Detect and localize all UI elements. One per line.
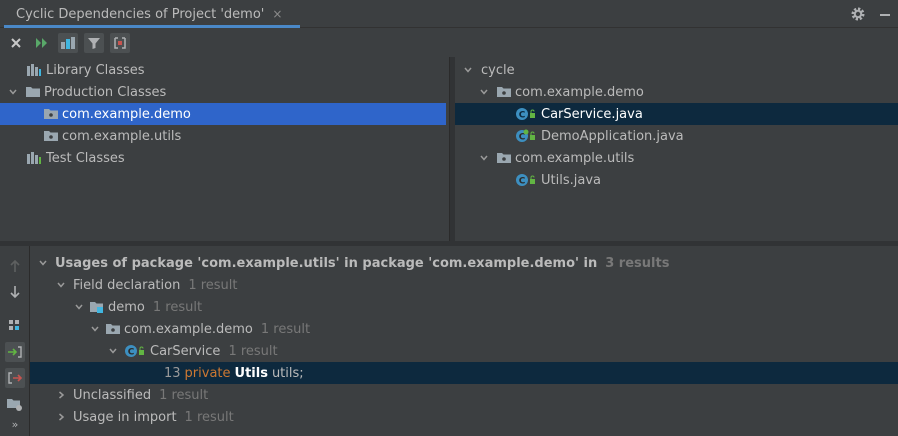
tree-item-carservice-java[interactable]: C CarService.java	[455, 103, 898, 125]
class-icon: C	[124, 344, 146, 358]
module-icon	[90, 300, 104, 314]
chevron-right-icon[interactable]	[54, 390, 68, 400]
usage-node-label: com.example.demo	[124, 321, 253, 337]
tree-item-com-example-demo[interactable]: com.example.demo	[0, 103, 446, 125]
chevron-down-icon[interactable]	[72, 302, 86, 312]
tree-item-test-classes[interactable]: Test Classes	[0, 147, 448, 169]
tree-item-com-example-demo[interactable]: com.example.demo	[455, 81, 898, 103]
filter-icon[interactable]	[84, 33, 104, 53]
package-icon	[44, 108, 58, 120]
package-icon	[44, 130, 58, 142]
tree-item-label: com.example.demo	[515, 84, 644, 100]
usage-group-count: 1 result	[184, 409, 234, 425]
tree-item-label: Library Classes	[46, 62, 145, 78]
usage-group-count: 1 result	[159, 387, 209, 403]
chevron-down-icon[interactable]	[54, 280, 68, 290]
package-icon	[497, 86, 511, 98]
usage-node-label: CarService	[150, 343, 221, 359]
usages-header-count: 3 results	[605, 255, 670, 271]
export-icon[interactable]	[5, 368, 25, 388]
folder-icon	[26, 86, 40, 98]
code-keyword: private	[184, 365, 231, 381]
usage-group-label: Usage in import	[73, 409, 177, 425]
tree-item-production-classes[interactable]: Production Classes	[0, 81, 448, 103]
usage-group-usage-in-import[interactable]: Usage in import 1 result	[30, 406, 898, 428]
code-type: Utils	[234, 365, 268, 381]
tree-item-label: Test Classes	[46, 150, 125, 166]
usage-node-demo[interactable]: demo 1 result	[30, 296, 898, 318]
tree-item-com-example-utils[interactable]: com.example.utils	[455, 147, 898, 169]
svg-text:C: C	[519, 177, 526, 187]
usage-code-line[interactable]: 13 private Utils utils;	[30, 362, 898, 384]
import-icon[interactable]	[5, 342, 25, 362]
tree-item-utils-java[interactable]: C Utils.java	[455, 169, 898, 191]
tree-item-label: com.example.utils	[62, 128, 182, 144]
usage-node-label: demo	[108, 299, 145, 315]
spring-class-icon: C	[515, 129, 537, 143]
package-icon	[497, 152, 511, 164]
usage-group-unclassified[interactable]: Unclassified 1 result	[30, 384, 898, 406]
svg-text:C: C	[519, 111, 526, 121]
usage-group-label: Unclassified	[73, 387, 152, 403]
tree-item-demoapplication-java[interactable]: C DemoApplication.java	[455, 125, 898, 147]
minimize-icon[interactable]	[878, 6, 892, 22]
package-icon	[106, 323, 120, 335]
usages-header-row[interactable]: Usages of package 'com.example.utils' in…	[30, 252, 898, 274]
usage-node-count: 1 result	[260, 321, 311, 337]
chevron-down-icon[interactable]	[477, 153, 491, 163]
close-icon[interactable]	[6, 33, 26, 53]
tree-item-label: cycle	[481, 62, 515, 78]
code-rest: utils;	[271, 365, 304, 381]
usage-node-package[interactable]: com.example.demo 1 result	[30, 318, 898, 340]
class-icon: C	[515, 107, 537, 121]
usage-group-count: 1 result	[188, 277, 238, 293]
gear-icon[interactable]	[850, 6, 866, 22]
tree-item-cycle[interactable]: cycle	[455, 59, 898, 81]
chevron-down-icon[interactable]	[36, 258, 50, 268]
chevron-down-icon[interactable]	[461, 65, 475, 75]
arrow-down-icon[interactable]	[5, 282, 25, 302]
tree-item-label: Production Classes	[44, 84, 167, 100]
usages-side-toolbar: »	[0, 246, 30, 436]
arrow-up-icon[interactable]	[5, 256, 25, 276]
usage-node-count: 1 result	[228, 343, 278, 359]
active-tab-indicator	[4, 25, 300, 28]
tab-title: Cyclic Dependencies of Project 'demo'	[16, 6, 265, 22]
group-by-module-icon[interactable]	[58, 33, 78, 53]
dependencies-tree-panel: Library Classes Production Classes com.e…	[0, 57, 450, 241]
close-tab-icon[interactable]: ×	[272, 7, 282, 21]
scope-icon[interactable]	[110, 33, 130, 53]
group-icon[interactable]	[5, 316, 25, 336]
usage-group-label: Field declaration	[73, 277, 181, 293]
tree-item-label: Utils.java	[541, 172, 601, 188]
usage-group-field-declaration[interactable]: Field declaration 1 result	[30, 274, 898, 296]
tree-item-label: DemoApplication.java	[541, 128, 684, 144]
svg-text:C: C	[128, 348, 135, 358]
tool-window-header: Cyclic Dependencies of Project 'demo' ×	[0, 0, 898, 28]
tree-item-com-example-utils[interactable]: com.example.utils	[0, 125, 448, 147]
chevron-down-icon[interactable]	[88, 324, 102, 334]
test-folder-icon	[26, 151, 42, 165]
usage-node-carservice[interactable]: C CarService 1 result	[30, 340, 898, 362]
module-folder-icon[interactable]	[5, 394, 25, 414]
chevron-right-icon[interactable]	[54, 412, 68, 422]
tree-item-label: CarService.java	[541, 106, 643, 122]
chevron-down-icon[interactable]	[6, 87, 20, 97]
chevron-down-icon[interactable]	[106, 346, 120, 356]
line-number: 13	[164, 365, 181, 381]
library-icon	[26, 63, 42, 77]
chevron-down-icon[interactable]	[477, 87, 491, 97]
cycle-tree-panel: cycle com.example.demo C CarService.java…	[455, 57, 898, 241]
usage-node-count: 1 result	[152, 299, 203, 315]
class-icon: C	[515, 173, 537, 187]
more-icon[interactable]: »	[5, 416, 25, 432]
rerun-icon[interactable]	[32, 33, 52, 53]
tree-item-label: com.example.demo	[62, 106, 191, 122]
toolbar	[0, 29, 898, 57]
tree-item-library-classes[interactable]: Library Classes	[0, 59, 448, 81]
usages-header-label: Usages of package 'com.example.utils' in…	[55, 255, 598, 271]
tree-item-label: com.example.utils	[515, 150, 635, 166]
tab-cyclic-dependencies[interactable]: Cyclic Dependencies of Project 'demo' ×	[6, 0, 292, 28]
